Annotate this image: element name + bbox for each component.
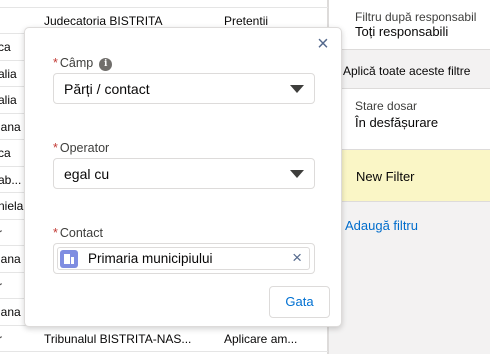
table-cell: Judecatoria BISTRITA [44,0,163,1]
table-row[interactable]: Judecatoria BISTRITA Pretentii [0,0,328,8]
chevron-down-icon [290,170,304,178]
contact-pill[interactable]: Primaria municipiului × [57,247,310,270]
required-marker: * [53,226,58,240]
account-icon [60,250,78,268]
table-row[interactable]: r Tribunalul BISTRITA-NAS... Aplicare am..… [0,326,328,352]
operator-label-text: Operator [59,141,110,155]
operator-select[interactable]: egal cu [53,158,315,189]
filter-responsible-value: Toți responsabili [355,24,449,39]
table-cell: Pretentii [224,0,268,1]
info-icon[interactable]: i [99,58,113,71]
field-select-value: Părți / contact [64,81,150,97]
table-cell: r [0,332,38,346]
field-label: * Câmp i [53,56,113,71]
filter-new-label: New Filter [356,169,415,184]
remove-icon[interactable]: × [292,248,302,268]
close-icon[interactable]: × [314,34,332,54]
contact-pill-label: Primaria municipiului [88,251,213,266]
contact-label: * Contact [53,226,103,240]
filter-panel: Filtru după responsabil Toți responsabil… [322,0,490,354]
apply-all-filters-label: Aplică toate aceste filtre [343,64,471,78]
table-cell: Tribunalul BISTRITA-NAS... [44,331,192,346]
filter-status[interactable]: Stare dosar În desfășurare [329,88,490,150]
contact-label-text: Contact [59,226,103,240]
table-cell: Pretentii [224,13,269,28]
table-cell: Aplicare am... [224,331,298,346]
filter-new[interactable]: New Filter [322,150,490,202]
filter-responsible[interactable]: Filtru după responsabil Toți responsabil… [329,0,490,50]
contact-lookup[interactable]: Primaria municipiului × [53,243,315,274]
required-marker: * [53,56,58,70]
operator-select-value: egal cu [64,166,110,182]
add-filter-link[interactable]: Adaugă filtru [345,218,418,233]
field-label-text: Câmp [59,56,94,70]
done-button[interactable]: Gata [269,286,330,318]
table-cell: Judecatoria BISTRITA [44,13,163,28]
filter-responsible-label: Filtru după responsabil [355,10,477,24]
filter-status-label: Stare dosar [355,99,418,113]
operator-label: * Operator [53,141,109,155]
chevron-down-icon [290,85,304,93]
field-select[interactable]: Părți / contact [53,73,315,104]
required-marker: * [53,141,58,155]
filter-edit-popover: × * Câmp i Părți / contact * Operator egal … [24,27,342,327]
filter-status-value: În desfășurare [355,115,439,130]
